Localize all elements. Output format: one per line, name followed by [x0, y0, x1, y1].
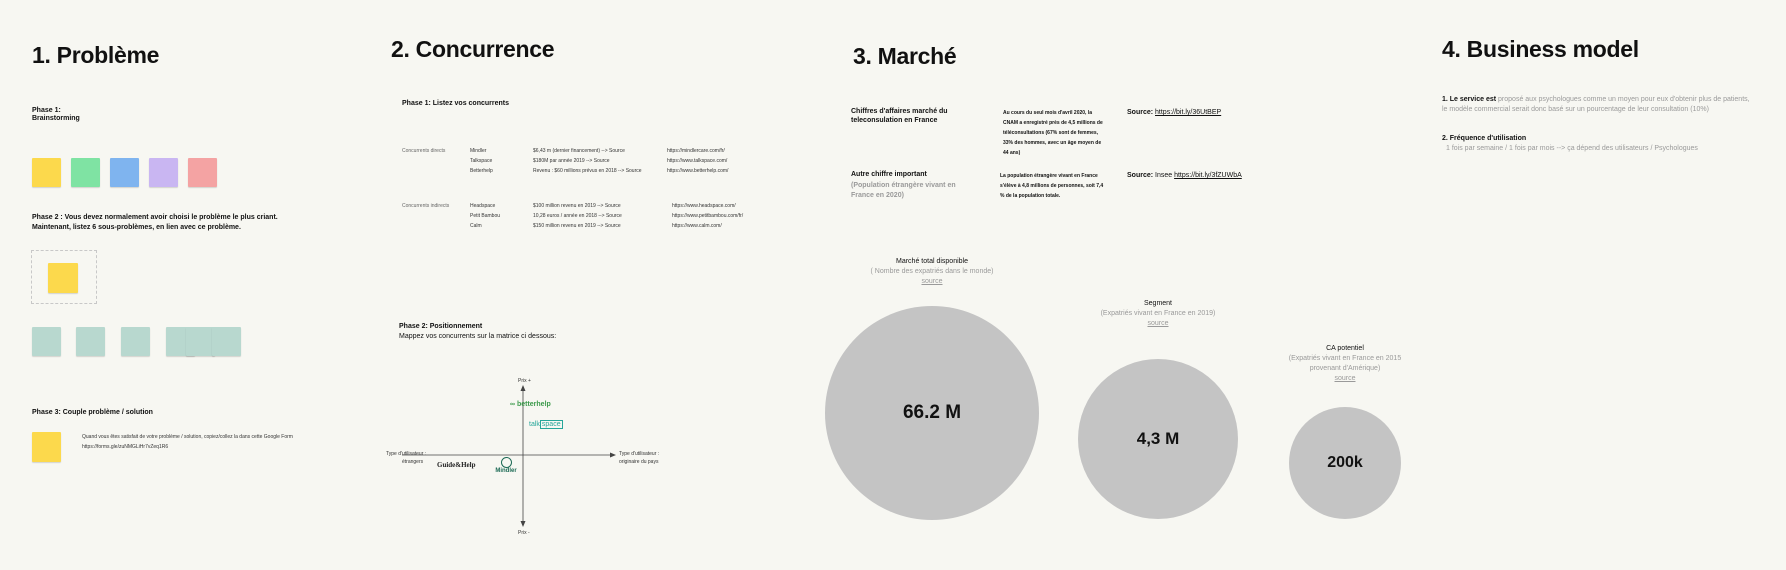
autre-chiffre-sub: (Population étrangère vivant en France e… [851, 182, 956, 199]
tam-circle: 66.2 M [825, 306, 1039, 520]
axis-label-left-1: Type d'utilisateur : [386, 451, 427, 457]
segment-subtitle: (Expatriés vivant en France en 2019) [1100, 310, 1216, 317]
competitor-url[interactable]: https://www.headspace.com/ [672, 203, 736, 209]
logo-mindler[interactable]: Mindler [495, 457, 517, 474]
competitor-name: Mindler [470, 148, 487, 154]
competitor-name: Petit Bambou [470, 213, 501, 219]
axis-arrow-up-icon [520, 385, 526, 391]
segment-title: Segment [1143, 300, 1173, 307]
business-item-2-title: 2. Fréquence d'utilisation [1442, 135, 1527, 142]
competitor-url[interactable]: https://www.talkspace.com/ [667, 158, 727, 164]
phase2-title-line2: Maintenant, listez 6 sous-problèmes, en … [32, 224, 241, 231]
axis-label-bottom: Prix - [518, 530, 530, 536]
competitor-info: $150 million revenu en 2019 --> Source [533, 223, 621, 229]
phase1-sublabel: Brainstorming [32, 115, 80, 122]
autre-source: Source: Insee https://bit.ly/3fZUWbA [1127, 172, 1242, 179]
axis-label-left-2: étrangers [402, 459, 424, 465]
sticky-note-red[interactable] [188, 158, 217, 187]
business-item-1: 1. Le service est proposé aux psychologu… [1442, 96, 1750, 113]
competitor-url[interactable]: https://www.betterhelp.com/ [667, 168, 728, 174]
tam-source-link[interactable]: source [832, 278, 1032, 285]
phase3-title: Phase 3: Couple problème / solution [32, 409, 153, 416]
competitor-name: Headspace [470, 203, 496, 209]
ca-description: Au cours du seul mois d'avril 2020, la C… [1003, 110, 1103, 156]
competitor-name: Betterhelp [470, 168, 493, 174]
competitor-info: Revenu : $60 millions prévus en 2018 -->… [533, 168, 642, 174]
business-item-2-text: 1 fois par semaine / 1 fois par mois -->… [1446, 145, 1698, 152]
segment-value: 4,3 M [1136, 429, 1180, 448]
phase1-label: Phase 1: [32, 107, 61, 114]
ca-potentiel-source-link[interactable]: source [1245, 375, 1445, 382]
ca-source: Source: https://bit.ly/36UtBEP [1127, 109, 1222, 116]
axis-label-right-2: originaire du pays [619, 459, 659, 465]
axis-arrow-right-icon [610, 452, 616, 458]
ca-potentiel-title: CA potentiel [1326, 345, 1364, 352]
sticky-note-blue[interactable] [110, 158, 139, 187]
competitor-info: 10,28 euros / année en 2018 --> Source [533, 213, 622, 219]
phase2-positioning-title: Phase 2: Positionnement [399, 323, 483, 330]
phase2-positioning-sub: Mappez vos concurrents sur la matrice ci… [399, 333, 557, 340]
sticky-note-green[interactable] [71, 158, 100, 187]
ca-source-link[interactable]: https://bit.ly/36UtBEP [1155, 109, 1221, 116]
logo-betterhelp[interactable]: ∞ betterhelp [510, 401, 551, 408]
ca-potentiel-subtitle-1: (Expatriés vivant en France en 2015 [1288, 355, 1402, 362]
competitor-name: Calm [470, 223, 482, 229]
betterhelp-icon: ∞ [510, 401, 515, 408]
sticky-note-purple[interactable] [149, 158, 178, 187]
axis-label-right-1: Type d'utilisateur : [619, 451, 660, 457]
competitor-url[interactable]: https://www.calm.com/ [672, 223, 722, 229]
tam-title: Marché total disponible [896, 258, 968, 265]
autre-chiffre-label: Autre chiffre important [851, 171, 927, 178]
ca-potentiel-circle: 200k [1289, 407, 1401, 519]
segment-circle: 4,3 M [1078, 359, 1238, 519]
section-title-marche: 3. Marché [853, 43, 957, 69]
axis-label-top: Prix + [518, 378, 531, 384]
sticky-note-subproblem[interactable] [121, 327, 150, 356]
sticky-note-yellow[interactable] [32, 158, 61, 187]
tam-subtitle: ( Nombre des expatriés dans le monde) [870, 268, 994, 275]
phase1-competitors-title: Phase 1: Listez vos concurrents [402, 100, 509, 107]
sticky-note-subproblem[interactable] [212, 327, 241, 356]
sticky-note-subproblem[interactable] [32, 327, 61, 356]
ca-label-line2: teleconsulation en France [851, 117, 938, 124]
indirect-competitors-label: Concurrents indirects [402, 203, 450, 209]
competitor-url[interactable]: https://mindlercare.com/fr/ [667, 148, 725, 154]
sticky-note-main-problem[interactable] [48, 263, 78, 293]
mindler-icon [500, 457, 512, 468]
sticky-note-subproblem[interactable] [76, 327, 105, 356]
sticky-note-solution[interactable] [32, 432, 61, 462]
phase3-text: Quand vous êtes satisfait de votre probl… [82, 434, 293, 440]
autre-source-link[interactable]: https://bit.ly/3fZUWbA [1174, 172, 1242, 179]
section-title-concurrence: 2. Concurrence [391, 36, 555, 62]
section-title-business-model: 4. Business model [1442, 36, 1639, 62]
competitor-info: $6,43 m (dernier financement) --> Source [533, 148, 625, 154]
google-form-link[interactable]: https://forms.gle/zuNMGLiHr7vZeq1R6 [82, 444, 168, 450]
phase2-title-line1: Phase 2 : Vous devez normalement avoir c… [32, 214, 278, 221]
axis-arrow-down-icon [520, 521, 526, 527]
competitor-info: $100 million revenu en 2019 --> Source [533, 203, 621, 209]
logo-talkspace[interactable]: talk space [529, 420, 563, 429]
ca-label-line1: Chiffres d'affaires marché du [851, 108, 948, 115]
autre-chiffre-description: La population étrangère vivant en France… [1000, 173, 1104, 199]
ca-potentiel-value: 200k [1327, 454, 1363, 471]
competitor-info: $180M par année 2019 --> Source [533, 158, 610, 164]
competitor-url[interactable]: https://www.petitbambou.com/fr/ [672, 213, 743, 219]
direct-competitors-label: Concurrents directs [402, 148, 446, 154]
logo-guideandhelp[interactable]: Guide&Help [437, 461, 476, 469]
ca-potentiel-subtitle-2: provenant d'Amérique) [1309, 365, 1381, 372]
sticky-note-subproblem[interactable] [186, 327, 215, 356]
competitor-name: Talkspace [470, 158, 493, 164]
section-title-probleme: 1. Problème [32, 42, 160, 68]
segment-source-link[interactable]: source [1058, 320, 1258, 327]
tam-value: 66.2 M [902, 402, 962, 423]
